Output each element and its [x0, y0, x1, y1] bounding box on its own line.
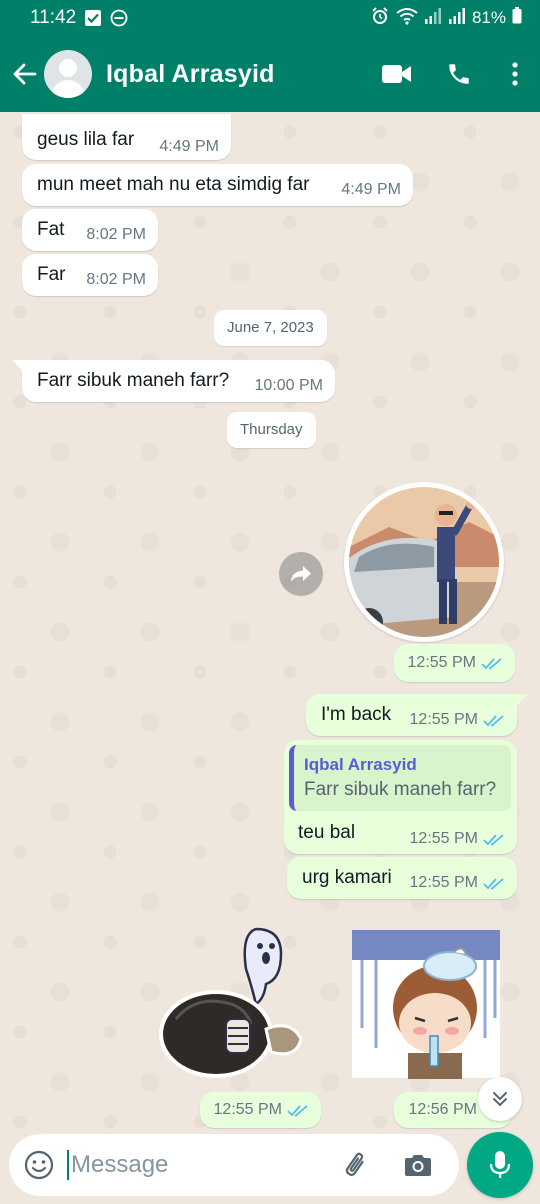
kebab-menu-icon [512, 62, 518, 86]
message-bubble-incoming[interactable]: mun meet mah nu eta simdig far 4:49 PM [22, 164, 413, 206]
message-text: I'm back [321, 704, 392, 725]
double-check-read-icon [483, 833, 504, 846]
wifi-icon [396, 7, 418, 30]
message-text: mun meet mah nu eta simdig far [37, 174, 310, 195]
message-meta: 8:02 PM [86, 226, 146, 244]
sad-boy-rain-sticker [352, 930, 500, 1079]
message-time: 12:55 PM [213, 1101, 282, 1118]
paperclip-icon [345, 1152, 364, 1176]
camera-icon [405, 1155, 431, 1176]
status-bar: 11:42 81% [0, 0, 540, 36]
contact-name[interactable]: Iqbal Arrasyid [106, 60, 275, 89]
message-meta: 12:55 PM [410, 874, 505, 892]
message-meta: 4:49 PM [159, 138, 219, 156]
back-button[interactable] [4, 36, 44, 112]
bubble-tail [12, 360, 24, 372]
message-bubble-outgoing[interactable]: urg kamari 12:55 PM [287, 857, 517, 899]
avatar-head [59, 59, 77, 77]
sticker-image[interactable] [350, 928, 505, 1083]
message-meta: 12:55 PM [408, 654, 503, 672]
message-bubble-outgoing[interactable]: 12:55 PM [394, 644, 515, 682]
date-separator: Thursday [227, 412, 316, 448]
message-time: 10:00 PM [254, 377, 323, 394]
message-time: 12:55 PM [409, 830, 478, 847]
message-time: 12:56 PM [408, 1101, 477, 1118]
camera-button[interactable] [393, 1134, 443, 1196]
bubble-tail [516, 694, 528, 706]
message-text: urg kamari [302, 867, 392, 888]
phone-icon [449, 64, 469, 84]
double-check-read-icon [483, 714, 504, 727]
message-time: 12:55 PM [409, 874, 478, 891]
smiley-icon [24, 1150, 54, 1180]
sticker-image[interactable] [344, 482, 504, 642]
double-check-read-icon [481, 657, 502, 670]
attach-button[interactable] [331, 1134, 381, 1196]
message-time: 12:55 PM [409, 711, 478, 728]
chat-header: Iqbal Arrasyid [0, 36, 540, 112]
forward-button[interactable] [279, 552, 323, 596]
date-separator: June 7, 2023 [214, 310, 327, 346]
message-bubble-incoming[interactable]: Farr sibuk maneh farr? 10:00 PM [22, 360, 335, 402]
signal-icon-2 [448, 7, 466, 29]
signal-icon [424, 7, 442, 29]
alarm-icon [370, 6, 390, 31]
message-time: 8:02 PM [86, 226, 146, 243]
do-not-disturb-icon [110, 9, 128, 27]
forward-arrow-icon [291, 566, 311, 582]
sticker-image[interactable] [156, 924, 311, 1089]
message-meta: 12:55 PM [410, 830, 505, 848]
quoted-sender: Iqbal Arrasyid [304, 755, 417, 774]
creature-ghost-sticker [159, 927, 303, 1078]
message-meta: 12:55 PM [214, 1101, 309, 1119]
message-meta: 8:02 PM [86, 271, 146, 289]
arrow-left-icon [13, 63, 37, 85]
message-text: Far [37, 264, 66, 285]
emoji-button[interactable] [11, 1134, 67, 1196]
quoted-text: Farr sibuk maneh farr? [304, 779, 497, 800]
double-check-read-icon [483, 877, 504, 890]
compose-bar [0, 1130, 540, 1204]
message-bubble-incoming[interactable]: Far 8:02 PM [22, 254, 158, 296]
message-text: geus lila far [37, 129, 135, 150]
message-text: teu bal [298, 822, 356, 843]
message-meta: 4:49 PM [341, 181, 401, 199]
message-time: 12:55 PM [407, 654, 476, 671]
video-camera-icon [382, 65, 411, 83]
double-check-read-icon [287, 1104, 308, 1117]
sticker-meta-bubble: 12:55 PM [200, 1092, 321, 1128]
voice-message-button[interactable] [467, 1132, 533, 1198]
more-options-button[interactable] [490, 44, 540, 104]
message-bubble-incoming[interactable]: geus lila far 4:49 PM [22, 114, 231, 160]
message-text: Fat [37, 219, 65, 240]
voice-call-button[interactable] [428, 44, 490, 104]
contact-avatar[interactable] [44, 50, 92, 98]
message-bubble-outgoing[interactable]: I'm back 12:55 PM [306, 694, 517, 736]
message-meta: 12:56 PM [409, 1101, 477, 1119]
battery-level: 81% [471, 8, 506, 27]
message-meta: 10:00 PM [255, 377, 323, 395]
message-time: 8:02 PM [86, 271, 146, 288]
message-bubble-incoming[interactable]: Fat 8:02 PM [22, 209, 158, 251]
message-time: 4:49 PM [341, 181, 401, 198]
scroll-to-bottom-button[interactable] [478, 1077, 522, 1121]
chat-area[interactable]: geus lila far 4:49 PM mun meet mah nu et… [0, 112, 540, 1130]
man-with-car-sticker [349, 487, 499, 637]
message-time: 4:49 PM [159, 138, 219, 155]
microphone-icon [489, 1151, 511, 1178]
message-text: Farr sibuk maneh farr? [37, 370, 230, 391]
message-input-container [9, 1134, 459, 1196]
checkbox-notification-icon [84, 9, 102, 27]
chevrons-down-icon [493, 1092, 507, 1107]
status-time: 11:42 [30, 7, 77, 28]
video-call-button[interactable] [366, 44, 428, 104]
message-input[interactable] [67, 1150, 327, 1180]
avatar-body [51, 80, 85, 98]
quoted-reply[interactable]: Iqbal Arrasyid Farr sibuk maneh farr? [289, 745, 511, 811]
message-meta: 12:55 PM [410, 711, 505, 729]
battery-icon [512, 7, 522, 29]
